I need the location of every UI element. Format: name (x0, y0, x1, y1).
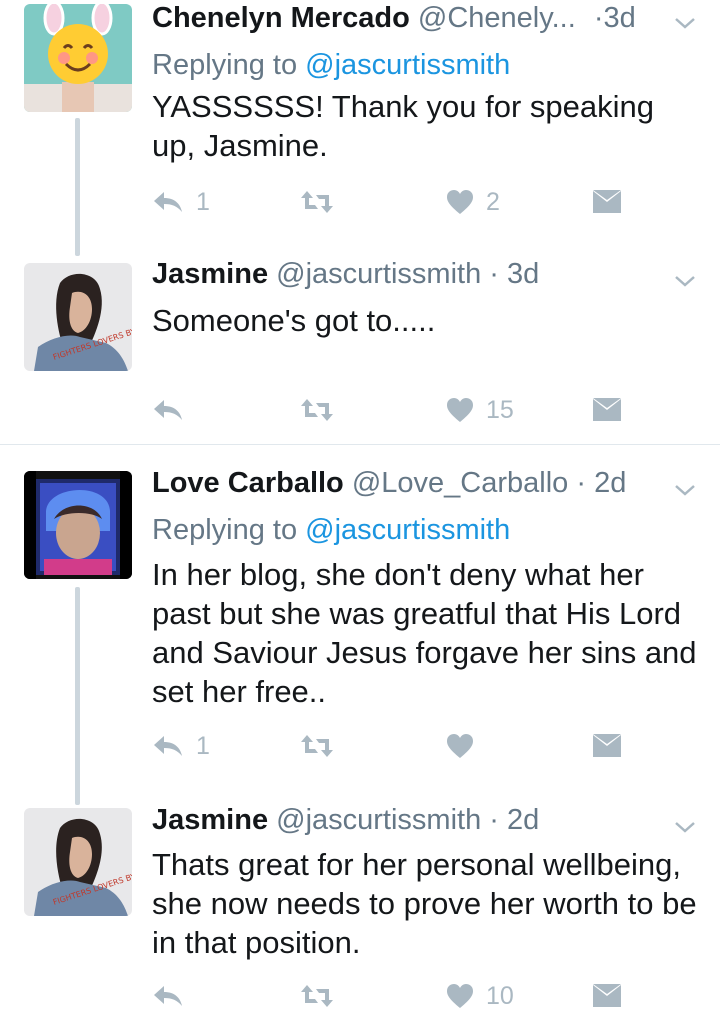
tweet[interactable]: FIGHTERS LOVERS BY NIGHT Jasmine @jascur… (0, 250, 720, 444)
like-button[interactable]: 2 (446, 182, 500, 222)
chevron-down-icon[interactable] (672, 268, 698, 294)
like-button[interactable]: 15 (446, 390, 514, 430)
tweet-text: Thats great for her personal wellbeing, … (152, 847, 697, 960)
dm-button[interactable] (592, 726, 622, 766)
retweet-icon (301, 191, 333, 213)
envelope-icon (593, 984, 621, 1007)
separator: · (593, 2, 604, 34)
thread-line (75, 118, 80, 256)
retweet-button[interactable] (300, 390, 346, 430)
chevron-down-icon[interactable] (672, 814, 698, 840)
user-name[interactable]: Jasmine (152, 258, 268, 290)
reply-icon (154, 400, 182, 420)
user-handle[interactable]: @jascurtissmith (276, 258, 481, 290)
replying-to-label: Replying to (152, 514, 298, 546)
replying-to: Replying to @jascurtissmith (152, 49, 510, 82)
replying-to-label: Replying to (152, 49, 298, 81)
like-count: 10 (486, 981, 514, 1010)
tweet[interactable]: FIGHTERS LOVERS BY NIGHT Jasmine @jascur… (0, 800, 720, 1010)
timestamp[interactable]: 3d (507, 258, 539, 290)
reply-icon (154, 736, 182, 756)
avatar[interactable] (24, 4, 132, 112)
reply-icon (154, 986, 182, 1006)
mention-link[interactable]: @jascurtissmith (305, 514, 510, 546)
retweet-icon (301, 985, 333, 1007)
reply-button[interactable] (152, 976, 196, 1016)
heart-icon (447, 734, 473, 758)
retweet-icon (301, 735, 333, 757)
user-name[interactable]: Love Carballo (152, 467, 344, 499)
user-name[interactable]: Jasmine (152, 804, 268, 836)
separator: · (489, 258, 499, 290)
envelope-icon (593, 398, 621, 421)
mention-link[interactable]: @jascurtissmith (305, 49, 510, 81)
avatar[interactable] (24, 471, 132, 579)
retweet-button[interactable] (300, 726, 346, 766)
replying-to: Replying to @jascurtissmith (152, 514, 510, 547)
tweet-actions: 15 (152, 390, 672, 430)
retweet-button[interactable] (300, 182, 346, 222)
dm-button[interactable] (592, 976, 622, 1016)
dm-button[interactable] (592, 390, 622, 430)
like-button[interactable] (446, 726, 486, 766)
thread-line (75, 587, 80, 805)
tweet[interactable]: Chenelyn Mercado @Chenely... ·3d Replyin… (0, 0, 720, 256)
separator: · (489, 804, 499, 836)
retweet-button[interactable] (300, 976, 346, 1016)
heart-icon (447, 398, 473, 422)
timestamp[interactable]: 2d (507, 804, 539, 836)
user-handle[interactable]: @Chenely... (418, 2, 576, 34)
reply-count: 1 (196, 731, 210, 760)
envelope-icon (593, 734, 621, 757)
dm-button[interactable] (592, 182, 622, 222)
reply-icon (154, 192, 182, 212)
reply-count: 1 (196, 187, 210, 216)
tweet-header: Chenelyn Mercado @Chenely... ·3d (152, 2, 636, 42)
tweet-text: In her blog, she don't deny what her pas… (152, 557, 697, 709)
avatar[interactable]: FIGHTERS LOVERS BY NIGHT (24, 263, 132, 371)
tweet-actions: 10 (152, 976, 672, 1016)
like-count: 15 (486, 395, 514, 424)
reply-button[interactable] (152, 390, 196, 430)
reply-button[interactable]: 1 (152, 182, 210, 222)
reply-button[interactable]: 1 (152, 726, 210, 766)
tweet-header: Love Carballo @Love_Carballo · 2d (152, 467, 626, 507)
separator: · (576, 467, 587, 499)
tweet-header: Jasmine @jascurtissmith · 3d (152, 258, 539, 298)
tweet-actions: 1 2 (152, 182, 672, 222)
heart-icon (447, 984, 473, 1008)
tweet-text: YASSSSSS! Thank you for speaking up, Jas… (152, 89, 655, 163)
user-handle[interactable]: @jascurtissmith (276, 804, 481, 836)
chevron-down-icon[interactable] (672, 10, 698, 36)
like-button[interactable]: 10 (446, 976, 514, 1016)
heart-icon (447, 190, 473, 214)
tweet-text: Someone's got to..... (152, 303, 436, 338)
retweet-icon (301, 399, 333, 421)
user-name[interactable]: Chenelyn Mercado (152, 2, 410, 34)
tweet-header: Jasmine @jascurtissmith · 2d (152, 804, 539, 844)
tweet-actions: 1 (152, 726, 672, 766)
like-count: 2 (486, 187, 500, 216)
user-handle[interactable]: @Love_Carballo (352, 467, 568, 499)
tweet[interactable]: Love Carballo @Love_Carballo · 2d Replyi… (0, 445, 720, 805)
envelope-icon (593, 190, 621, 213)
chevron-down-icon[interactable] (672, 477, 698, 503)
timestamp[interactable]: 3d (604, 2, 636, 34)
timestamp[interactable]: 2d (594, 467, 626, 499)
avatar[interactable]: FIGHTERS LOVERS BY NIGHT (24, 808, 132, 916)
